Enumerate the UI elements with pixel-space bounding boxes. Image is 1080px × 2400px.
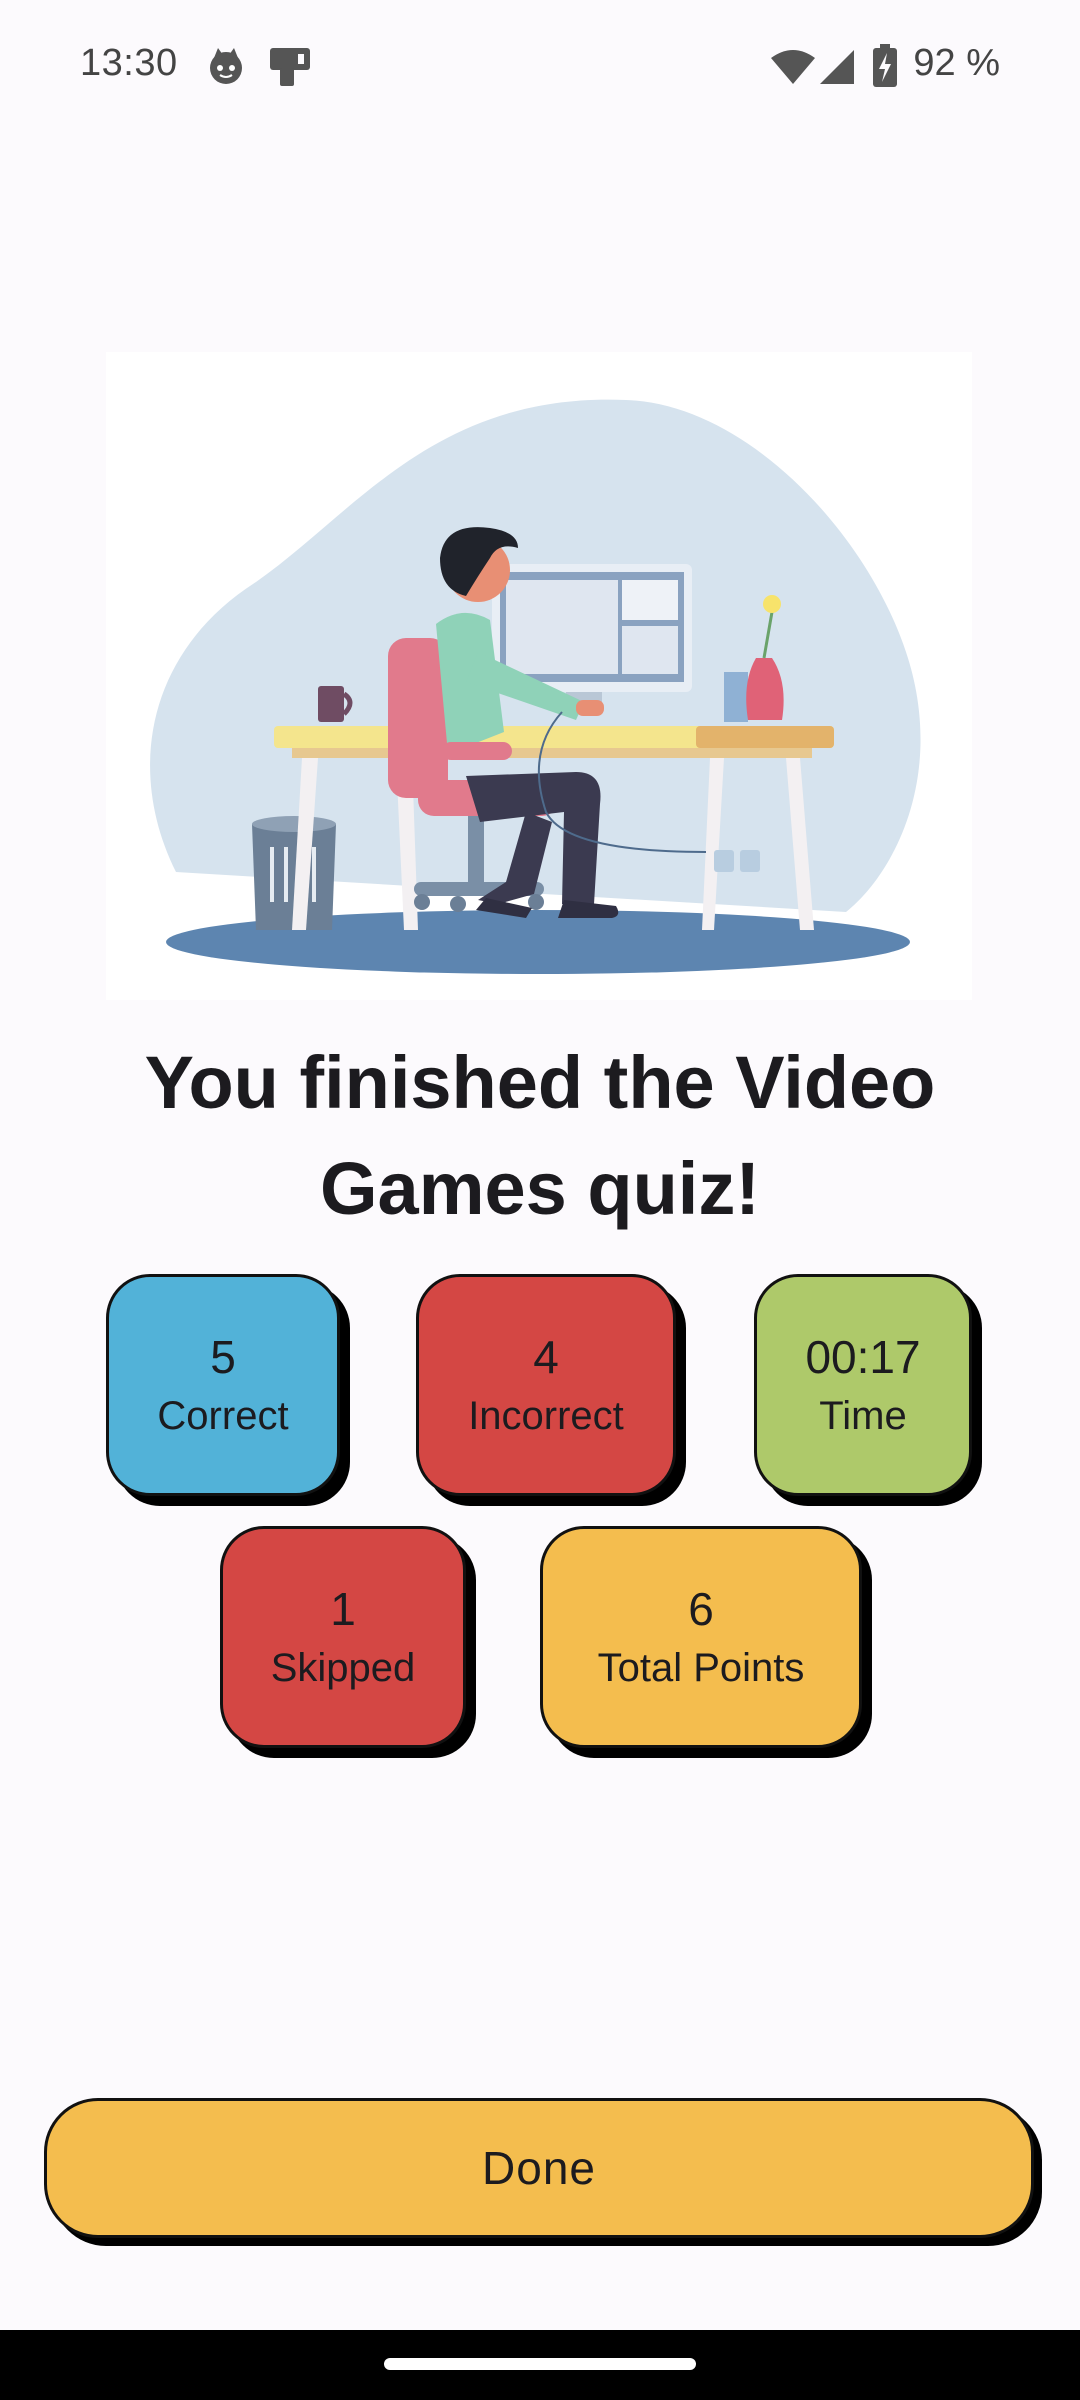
quiz-finished-heading: You finished the Video Games quiz! bbox=[144, 1041, 936, 1230]
skipped-stat-card: 1 Skipped bbox=[220, 1526, 466, 1748]
battery-percentage: 92 % bbox=[913, 42, 1000, 84]
time-stat-card: 00:17 Time bbox=[754, 1274, 972, 1496]
time-label: Time bbox=[819, 1394, 907, 1438]
time-value: 00:17 bbox=[805, 1331, 921, 1383]
skipped-count: 1 bbox=[330, 1583, 356, 1635]
incorrect-count: 4 bbox=[533, 1331, 559, 1383]
person-at-desk-illustration bbox=[106, 352, 972, 1000]
device-notification-icon bbox=[268, 46, 312, 93]
total-points-label: Total Points bbox=[597, 1646, 805, 1690]
home-gesture-handle[interactable] bbox=[384, 2358, 696, 2370]
status-bar: 13:30 92 % bbox=[0, 0, 1080, 136]
wifi-icon bbox=[770, 48, 816, 91]
incorrect-stat-card: 4 Incorrect bbox=[416, 1274, 676, 1496]
status-time: 13:30 bbox=[80, 42, 178, 84]
done-button[interactable]: Done bbox=[44, 2098, 1034, 2238]
total-points-value: 6 bbox=[688, 1583, 714, 1635]
incorrect-label: Incorrect bbox=[468, 1394, 624, 1438]
correct-stat-card: 5 Correct bbox=[106, 1274, 340, 1496]
total-points-stat-card: 6 Total Points bbox=[540, 1526, 862, 1748]
navigation-bar bbox=[0, 2330, 1080, 2400]
correct-count: 5 bbox=[210, 1331, 236, 1383]
quiz-result-screen: 13:30 92 % You finished the Video Games … bbox=[0, 0, 1080, 2400]
signal-icon bbox=[818, 48, 856, 91]
correct-label: Correct bbox=[157, 1394, 289, 1438]
skipped-label: Skipped bbox=[270, 1646, 416, 1690]
battery-charging-icon bbox=[872, 44, 898, 93]
cat-notification-icon bbox=[206, 46, 246, 91]
